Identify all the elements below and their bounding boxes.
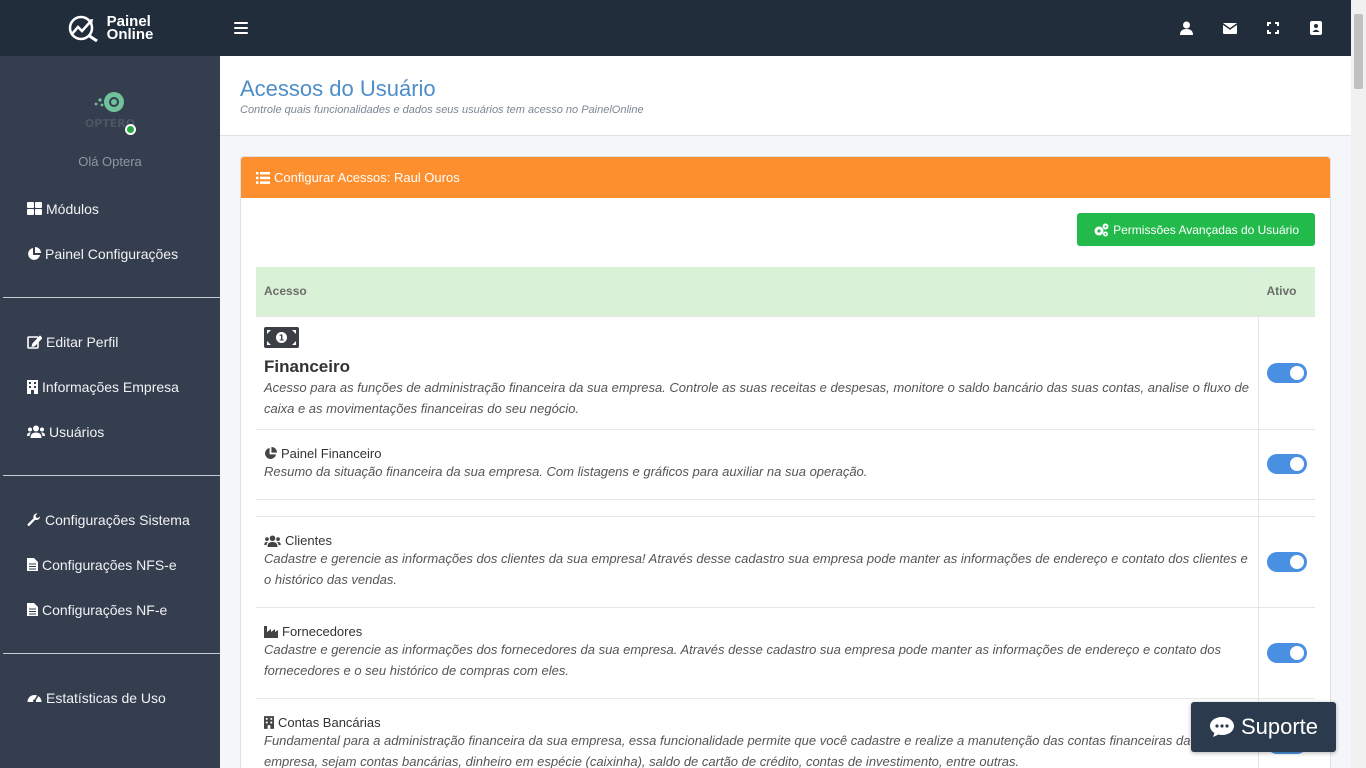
table-row: 1 Financeiro Acesso para as funções de a… <box>256 315 1315 429</box>
file-icon <box>27 558 38 571</box>
sidebar-item-label: Configurações Sistema <box>45 511 190 528</box>
sidebar-divider <box>3 297 220 298</box>
page-subtitle: Controle quais funcionalidades e dados s… <box>240 104 644 116</box>
wrench-icon <box>27 512 41 526</box>
toggle-fornecedores[interactable] <box>1266 642 1307 663</box>
cogs-icon <box>1094 223 1109 236</box>
avatar[interactable]: OPTERO <box>80 90 140 135</box>
chat-icon <box>1209 717 1234 737</box>
list-icon <box>256 171 270 184</box>
sidebar-item-label: Estatísticas de Uso <box>46 689 166 706</box>
access-card: Configurar Acessos: Raul Ouros Permissõe… <box>240 156 1331 768</box>
sidebar-item-label: Painel Configurações <box>45 245 179 262</box>
advanced-permissions-button[interactable]: Permissões Avançadas do Usuário <box>1077 213 1315 246</box>
sidebar-item-label: Configurações NF-e <box>42 601 168 618</box>
column-header-active: Ativo <box>1257 267 1315 316</box>
table-row: Painel Financeiro Resumo da situação fin… <box>256 428 1315 499</box>
sidebar-item-editar-perfil[interactable]: Editar Perfil <box>0 319 220 364</box>
sidebar-divider <box>3 653 220 654</box>
sidebar-item-configuracoes-nfse[interactable]: Configurações NFS-e <box>0 542 220 587</box>
sidebar-item-estatisticas-de-uso[interactable]: Estatísticas de Uso <box>0 675 220 720</box>
access-description: Resumo da situação financeira da sua emp… <box>264 464 868 479</box>
brand-line2: Online <box>106 26 154 43</box>
pie-chart-icon <box>28 246 41 260</box>
menu-icon[interactable] <box>234 22 248 34</box>
table-row: Clientes Cadastre e gerencie as informaç… <box>256 515 1315 607</box>
sidebar: OPTERO Olá Optera Módulos Painel Configu… <box>0 56 220 768</box>
sidebar-item-label: Informações Empresa <box>42 378 179 395</box>
users-icon <box>264 534 281 547</box>
money-bill-icon: 1 <box>264 326 299 348</box>
content-header: Acessos do Usuário Controle quais funcio… <box>220 56 1351 136</box>
user-greeting: Olá Optera <box>78 154 142 169</box>
access-table: Acesso Ativo 1 Financeiro Acesso para as… <box>256 267 1315 768</box>
access-title: Contas Bancárias <box>278 715 381 731</box>
advanced-permissions-label: Permissões Avançadas do Usuário <box>1113 222 1299 237</box>
access-description: Cadastre e gerencie as informações dos f… <box>264 642 1222 678</box>
sidebar-item-usuarios[interactable]: Usuários <box>0 409 220 454</box>
users-icon <box>27 425 45 438</box>
toggle-painel-financeiro[interactable] <box>1266 454 1307 474</box>
scrollbar-thumb[interactable] <box>1354 14 1363 89</box>
brand-logo[interactable]: Painel Online <box>0 0 220 56</box>
top-navbar: Painel Online <box>0 0 1351 56</box>
table-row: Fornecedores Cadastre e gerencie as info… <box>256 606 1315 698</box>
building-icon <box>27 379 38 394</box>
sidebar-item-label: Módulos <box>46 200 99 217</box>
building-icon <box>264 716 274 730</box>
sidebar-item-modulos[interactable]: Módulos <box>0 186 220 231</box>
envelope-icon[interactable] <box>1208 0 1251 56</box>
address-book-icon[interactable] <box>1294 0 1337 56</box>
access-description: Cadastre e gerencie as informações dos c… <box>264 551 1248 587</box>
online-status-dot <box>125 124 136 135</box>
svg-text:1: 1 <box>279 333 285 342</box>
column-header-access: Acesso <box>256 267 1258 316</box>
main-content: Acessos do Usuário Controle quais funcio… <box>220 56 1351 768</box>
access-title: Clientes <box>285 533 332 548</box>
sidebar-item-informacoes-empresa[interactable]: Informações Empresa <box>0 364 220 409</box>
expand-icon[interactable] <box>1251 0 1294 56</box>
sidebar-item-label: Usuários <box>49 423 105 440</box>
sidebar-item-label: Configurações NFS-e <box>42 556 177 573</box>
industry-icon <box>264 625 278 638</box>
table-spacer-row <box>256 498 1315 516</box>
access-description: Acesso para as funções de administração … <box>264 379 1249 416</box>
logo-icon <box>68 15 98 42</box>
access-description: Fundamental para a administração finance… <box>264 733 1216 768</box>
file-icon <box>27 603 38 616</box>
pie-chart-icon <box>265 447 277 459</box>
user-icon[interactable] <box>1165 0 1208 56</box>
access-title: Painel Financeiro <box>281 446 382 461</box>
sidebar-item-painel-configuracoes[interactable]: Painel Configurações <box>0 231 220 276</box>
card-header-title: Configurar Acessos: Raul Ouros <box>274 170 460 185</box>
access-title: Financeiro <box>264 356 350 376</box>
sidebar-divider <box>3 475 220 476</box>
sidebar-item-label: Editar Perfil <box>46 333 119 350</box>
sidebar-item-configuracoes-nfe[interactable]: Configurações NF-e <box>0 587 220 632</box>
table-row: Contas Bancárias Fundamental para a admi… <box>256 697 1315 768</box>
card-header: Configurar Acessos: Raul Ouros <box>241 157 1330 198</box>
support-label: Suporte <box>1240 714 1319 739</box>
edit-icon <box>27 334 42 349</box>
sidebar-item-configuracoes-sistema[interactable]: Configurações Sistema <box>0 497 220 542</box>
grid-icon <box>27 202 42 215</box>
brand-text: Painel Online <box>106 14 154 43</box>
page-title: Acessos do Usuário <box>240 76 436 101</box>
page-scrollbar[interactable] <box>1351 0 1366 768</box>
user-panel: OPTERO Olá Optera <box>0 56 220 186</box>
toggle-financeiro[interactable] <box>1266 362 1307 383</box>
access-title: Fornecedores <box>282 624 363 639</box>
gauge-icon <box>27 695 42 703</box>
toggle-clientes[interactable] <box>1266 551 1307 572</box>
support-button[interactable]: Suporte <box>1191 702 1336 752</box>
